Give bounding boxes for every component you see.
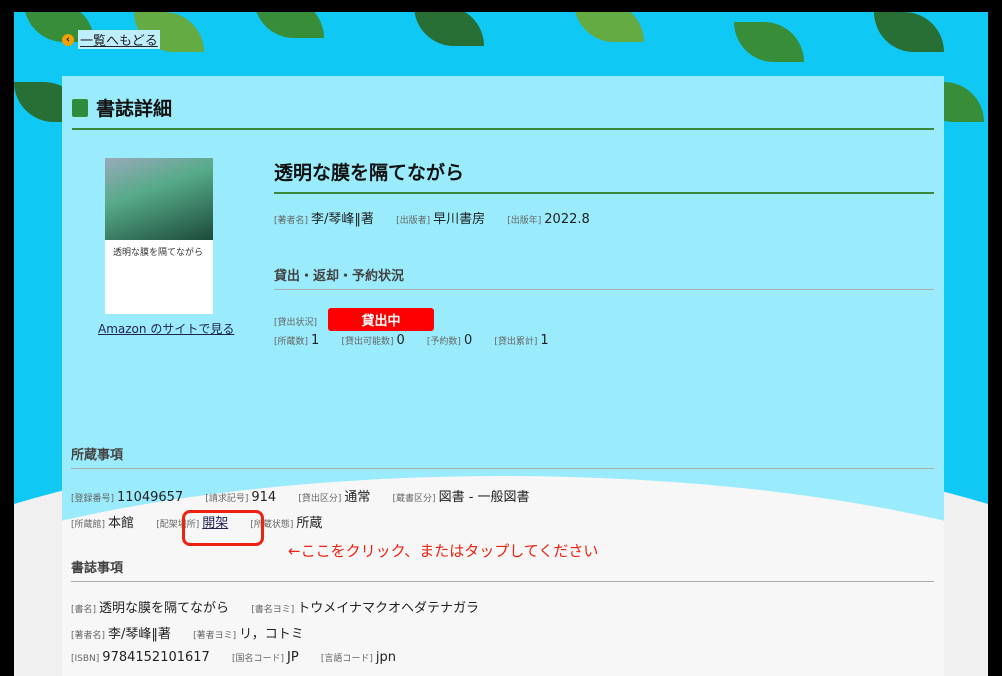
divider [71, 468, 934, 469]
field-label: [貸出可能数] [341, 337, 394, 347]
book-cover: 透明な膜を隔てながら [105, 158, 213, 314]
leaf-decoration [414, 12, 484, 46]
field-value: 1 [311, 333, 320, 348]
leaf-decoration [874, 12, 944, 52]
holdings-heading: 所蔵事項 [71, 448, 124, 463]
field-value: 0 [396, 333, 405, 348]
field-value: 914 [251, 490, 277, 505]
divider [71, 581, 934, 582]
field-label: [出版者] [396, 216, 431, 226]
field-value: 9784152101617 [102, 650, 210, 665]
annotation-note: ←ここをクリック、またはタップしてください [288, 542, 599, 560]
loan-heading: 貸出・返却・予約状況 [274, 269, 405, 284]
field-label: [貸出状況] [274, 318, 318, 328]
field-label: [著者名] [71, 631, 106, 641]
biblio-row: [ISBN] 9784152101617 [国名コード] JP [言語コード] jpn [71, 650, 414, 665]
field-value: トウメイナマクオヘダテナガラ [297, 601, 479, 616]
field-value: 0 [463, 333, 473, 348]
field-label: [予約数] [426, 337, 461, 347]
field-label: [所蔵館] [71, 520, 106, 530]
field-label: [請求記号] [205, 494, 249, 504]
field-label: [書名ヨミ] [251, 605, 295, 615]
biblio-row: [著者名] 李/琴峰‖著 [著者ヨミ] リ，コトミ [71, 623, 322, 642]
field-value: リ，コトミ [239, 627, 304, 642]
leaf-decoration [574, 12, 644, 42]
field-value: 李/琴峰‖著 [108, 627, 171, 642]
cover-title: 透明な膜を隔てながら [113, 248, 204, 258]
back-to-list[interactable]: ‹ 一覧へもどる [62, 30, 160, 49]
field-value: 1 [540, 333, 549, 348]
field-value: JP [287, 650, 299, 665]
holdings-row: [登録番号] 11049657 [請求記号] 914 [貸出区分] 通常 [蔵書区分]… [71, 486, 548, 505]
field-label: [蔵書区分] [392, 494, 436, 504]
field-label: [登録番号] [71, 494, 115, 504]
divider [274, 289, 934, 290]
biblio-heading: 書誌事項 [71, 561, 124, 576]
field-value: 図書 - 一般図書 [438, 490, 530, 505]
field-value: 本館 [108, 516, 135, 531]
leaf-decoration [254, 12, 324, 38]
status-badge: 貸出中 [328, 308, 435, 331]
field-label: [書名] [71, 605, 97, 615]
page-title: 書誌詳細 [72, 94, 172, 121]
field-value: 早川書房 [433, 212, 486, 227]
field-label: [言語コード] [320, 654, 373, 664]
divider [274, 192, 934, 194]
book-title: 透明な膜を隔てながら [274, 162, 465, 184]
field-value: 通常 [344, 490, 371, 505]
field-label: [ISBN] [71, 654, 100, 664]
loan-counts: [所蔵数] 1 [貸出可能数] 0 [予約数] 0 [貸出累計] 1 [274, 333, 567, 348]
field-value: 李/琴峰‖著 [311, 212, 374, 227]
back-link[interactable]: 一覧へもどる [78, 30, 160, 49]
chevron-left-icon: ‹ [62, 33, 74, 46]
field-label: [著者名] [274, 216, 309, 226]
divider [72, 128, 934, 130]
field-label: [出版年] [507, 216, 542, 226]
highlight-box [182, 510, 264, 546]
biblio-row: [書名] 透明な膜を隔てながら [書名ヨミ] トウメイナマクオヘダテナガラ [71, 597, 497, 616]
field-label: [著者ヨミ] [193, 631, 237, 641]
field-label: [国名コード] [231, 654, 284, 664]
browser-viewport: ‹ 一覧へもどる 書誌詳細 透明な膜を隔てながら Amazon のサイトで見る … [14, 12, 988, 676]
loan-status: [貸出状況] 貸出中 [274, 308, 435, 331]
field-value: 透明な膜を隔てながら [99, 601, 230, 616]
book-meta: [著者名] 李/琴峰‖著 [出版者] 早川書房 [出版年] 2022.8 [274, 208, 608, 227]
field-value: 2022.8 [544, 212, 590, 227]
field-label: [貸出区分] [298, 494, 342, 504]
book-icon [72, 98, 88, 117]
field-value: 11049657 [117, 490, 184, 505]
leaf-decoration [734, 22, 804, 62]
page-title-text: 書誌詳細 [96, 98, 173, 120]
amazon-link[interactable]: Amazon のサイトで見る [98, 320, 234, 337]
field-value: jpn [375, 650, 396, 665]
field-label: [所蔵数] [274, 337, 309, 347]
field-label: [貸出累計] [494, 337, 538, 347]
field-value: 所蔵 [296, 516, 323, 531]
